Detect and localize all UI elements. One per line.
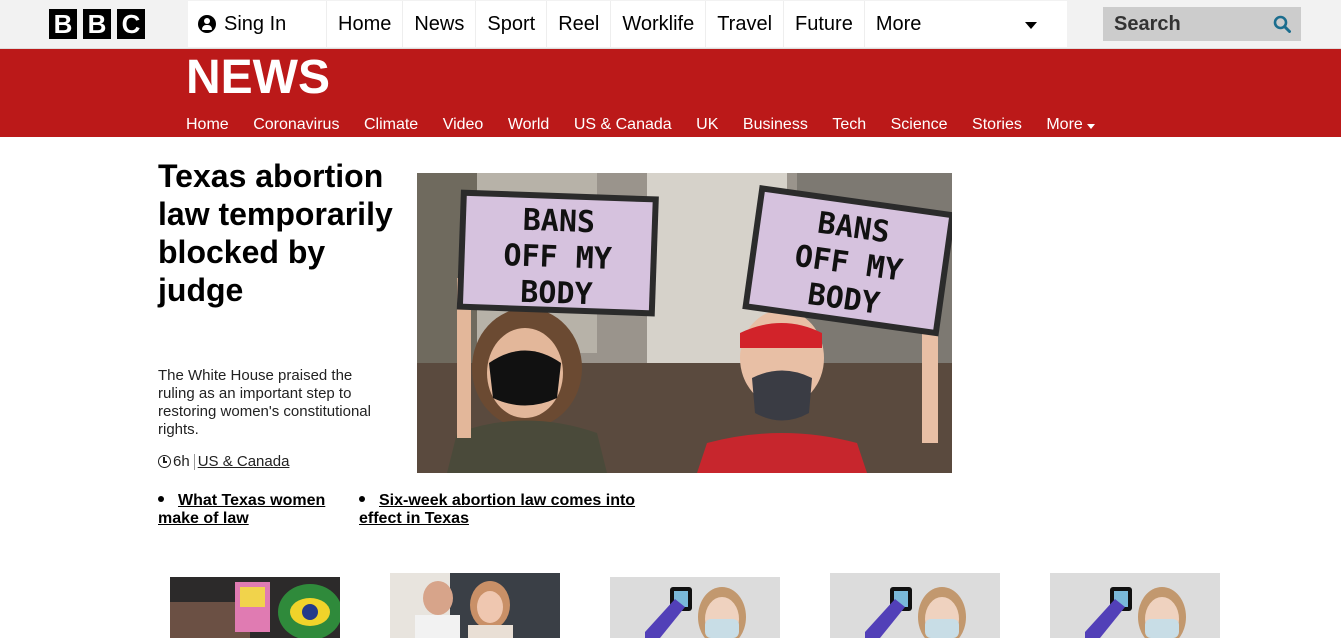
sign-text-line: BANS — [522, 203, 595, 241]
search-label: Search — [1114, 13, 1181, 35]
news-nav-more-label: More — [1046, 116, 1083, 133]
topnav-travel[interactable]: Travel — [705, 1, 783, 47]
logo-letter: B — [49, 9, 77, 39]
story-time: 6h — [173, 453, 190, 470]
chevron-down-icon — [1025, 22, 1037, 29]
main-story-meta: 6h US & Canada — [158, 453, 289, 470]
user-icon — [198, 15, 216, 33]
news-header: NEWS Home Coronavirus Climate Video Worl… — [0, 49, 1341, 137]
topnav-worklife[interactable]: Worklife — [610, 1, 705, 47]
sign-in-label: Sing In — [224, 13, 287, 35]
story-thumbnail[interactable] — [1050, 573, 1220, 638]
story-category-link[interactable]: US & Canada — [198, 453, 290, 470]
logo-letter: C — [117, 9, 145, 39]
news-nav-business[interactable]: Business — [743, 115, 808, 135]
story-thumbnail[interactable] — [390, 573, 560, 638]
related-link-text[interactable]: What Texas women make of law — [158, 492, 325, 527]
search-box[interactable]: Search — [1103, 7, 1301, 41]
meta-divider — [193, 453, 195, 470]
thumbnail-image — [1050, 573, 1220, 638]
main-story-headline[interactable]: Texas abortion law temporarily blocked b… — [158, 157, 398, 309]
news-nav-tech[interactable]: Tech — [832, 115, 866, 135]
story-thumbnail[interactable] — [830, 573, 1000, 638]
related-link-2[interactable]: Six-week abortion law comes into effect … — [359, 492, 649, 528]
news-nav-coronavirus[interactable]: Coronavirus — [253, 115, 339, 135]
news-nav-uk[interactable]: UK — [696, 115, 718, 135]
topnav-more[interactable]: More — [863, 1, 1067, 47]
news-nav-science[interactable]: Science — [891, 115, 948, 135]
news-nav-climate[interactable]: Climate — [364, 115, 418, 135]
logo-letter: B — [83, 9, 111, 39]
thumbnail-image — [830, 573, 1000, 638]
top-bar: B B C Sing In Home News Sport Reel Workl… — [0, 0, 1341, 49]
story-thumbnail[interactable] — [170, 577, 340, 638]
main-story-summary: The White House praised the ruling as an… — [158, 367, 371, 438]
news-nav-us-canada[interactable]: US & Canada — [574, 115, 672, 135]
sign-text-line: OFF MY — [503, 238, 613, 277]
bbc-logo[interactable]: B B C — [49, 9, 145, 39]
protest-photo: BANS OFF MY BODY BANS OFF MY BODY — [417, 173, 952, 473]
related-link-text[interactable]: Six-week abortion law comes into effect … — [359, 492, 635, 527]
news-nav-stories[interactable]: Stories — [972, 115, 1022, 135]
search-icon[interactable] — [1273, 15, 1291, 33]
topnav-future[interactable]: Future — [783, 1, 864, 47]
related-link-1[interactable]: What Texas women make of law — [158, 492, 343, 528]
news-nav-more[interactable]: More — [1046, 115, 1095, 135]
clock-icon — [158, 455, 171, 468]
news-nav-world[interactable]: World — [508, 115, 550, 135]
thumbnail-image — [390, 573, 560, 638]
topnav-more-label: More — [875, 13, 922, 35]
topnav-reel[interactable]: Reel — [546, 1, 610, 47]
main-story-image[interactable]: BANS OFF MY BODY BANS OFF MY BODY — [417, 173, 952, 473]
topnav-sport[interactable]: Sport — [475, 1, 546, 47]
news-nav-home[interactable]: Home — [186, 115, 229, 135]
chevron-down-icon — [1086, 123, 1095, 129]
thumbnail-image — [610, 577, 780, 638]
sign-in-link[interactable]: Sing In — [188, 1, 326, 47]
bullet-icon — [359, 495, 365, 502]
thumbnail-image — [170, 577, 340, 638]
news-nav-video[interactable]: Video — [443, 115, 484, 135]
news-title[interactable]: NEWS — [186, 53, 330, 103]
sign-text-line: BODY — [520, 275, 593, 313]
topnav-news[interactable]: News — [402, 1, 475, 47]
topnav-home[interactable]: Home — [326, 1, 402, 47]
news-navigation: Home Coronavirus Climate Video World US … — [186, 115, 1119, 135]
story-thumbnail[interactable] — [610, 577, 780, 638]
top-navigation: Sing In Home News Sport Reel Worklife Tr… — [188, 1, 1067, 47]
bullet-icon — [158, 495, 164, 502]
